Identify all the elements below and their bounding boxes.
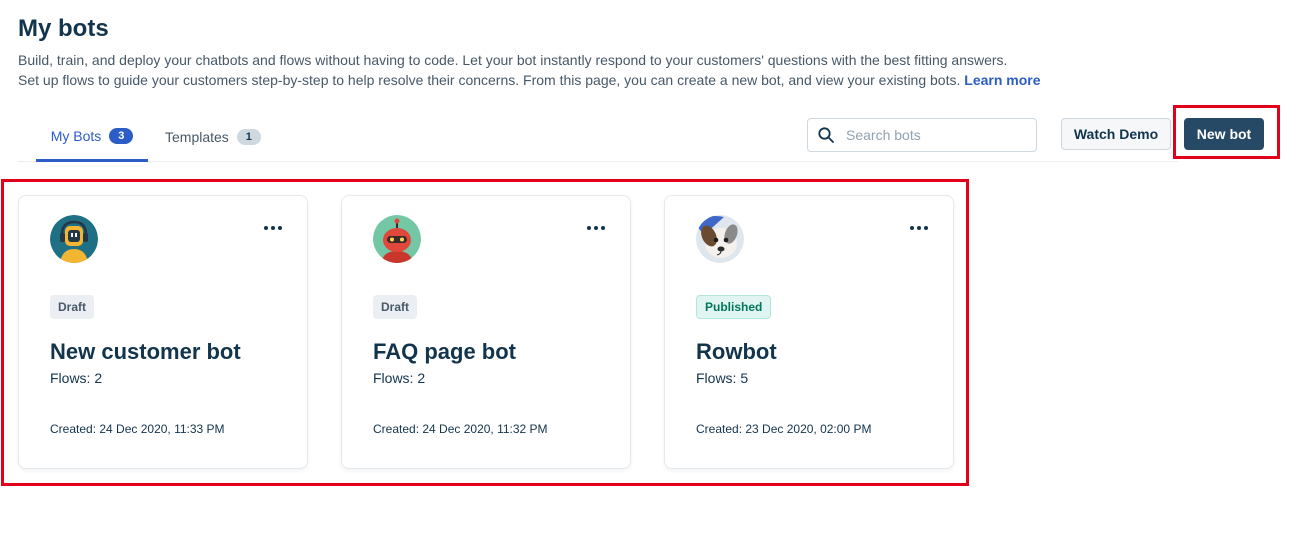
more-options-icon[interactable]: [584, 218, 608, 238]
search-input[interactable]: [846, 127, 1026, 143]
bot-created-date: Created: 24 Dec 2020, 11:33 PM: [50, 422, 225, 436]
tab-templates-label: Templates: [165, 129, 229, 145]
bot-created-date: Created: 24 Dec 2020, 11:32 PM: [373, 422, 548, 436]
bot-name: New customer bot: [50, 339, 241, 364]
bot-name: Rowbot: [696, 339, 777, 364]
tab-my-bots-label: My Bots: [50, 127, 102, 144]
bot-flows-count: Flows: 5: [696, 370, 749, 386]
search-icon: [818, 127, 834, 143]
my-bots-count-badge: 3: [109, 127, 134, 144]
more-options-icon[interactable]: [261, 218, 285, 238]
more-options-icon[interactable]: [907, 218, 931, 238]
bot-card-rowbot[interactable]: Published Rowbot Flows: 5 Created: 23 De…: [664, 195, 954, 469]
status-badge: Draft: [373, 295, 418, 319]
new-bot-button[interactable]: New bot: [1184, 118, 1264, 150]
description-line-2-text: Set up flows to guide your customers ste…: [18, 72, 961, 88]
description-line-1: Build, train, and deploy your chatbots a…: [18, 52, 1008, 68]
templates-count-badge: 1: [236, 129, 261, 145]
bot-name: FAQ page bot: [373, 339, 516, 364]
bot-flows-count: Flows: 2: [50, 370, 103, 386]
watch-demo-button[interactable]: Watch Demo: [1061, 118, 1171, 150]
page-description: Build, train, and deploy your chatbots a…: [18, 50, 1168, 90]
tab-my-bots[interactable]: My Bots 3: [36, 112, 148, 162]
page-title: My bots: [18, 15, 109, 42]
search-box[interactable]: [807, 118, 1037, 152]
bot-flows-count: Flows: 2: [373, 370, 426, 386]
robot-headphones-avatar: [50, 215, 98, 263]
learn-more-link[interactable]: Learn more: [964, 72, 1040, 88]
bot-card-faq-page-bot[interactable]: Draft FAQ page bot Flows: 2 Created: 24 …: [341, 195, 631, 469]
status-badge: Draft: [50, 295, 95, 319]
bot-created-date: Created: 23 Dec 2020, 02:00 PM: [696, 422, 872, 436]
dog-photo-avatar: [696, 215, 744, 263]
status-badge: Published: [696, 295, 772, 319]
red-robot-avatar: [373, 215, 421, 263]
description-line-2: Set up flows to guide your customers ste…: [18, 70, 1168, 90]
bot-card-new-customer-bot[interactable]: Draft New customer bot Flows: 2 Created:…: [18, 195, 308, 469]
tab-templates[interactable]: Templates 1: [165, 112, 261, 162]
